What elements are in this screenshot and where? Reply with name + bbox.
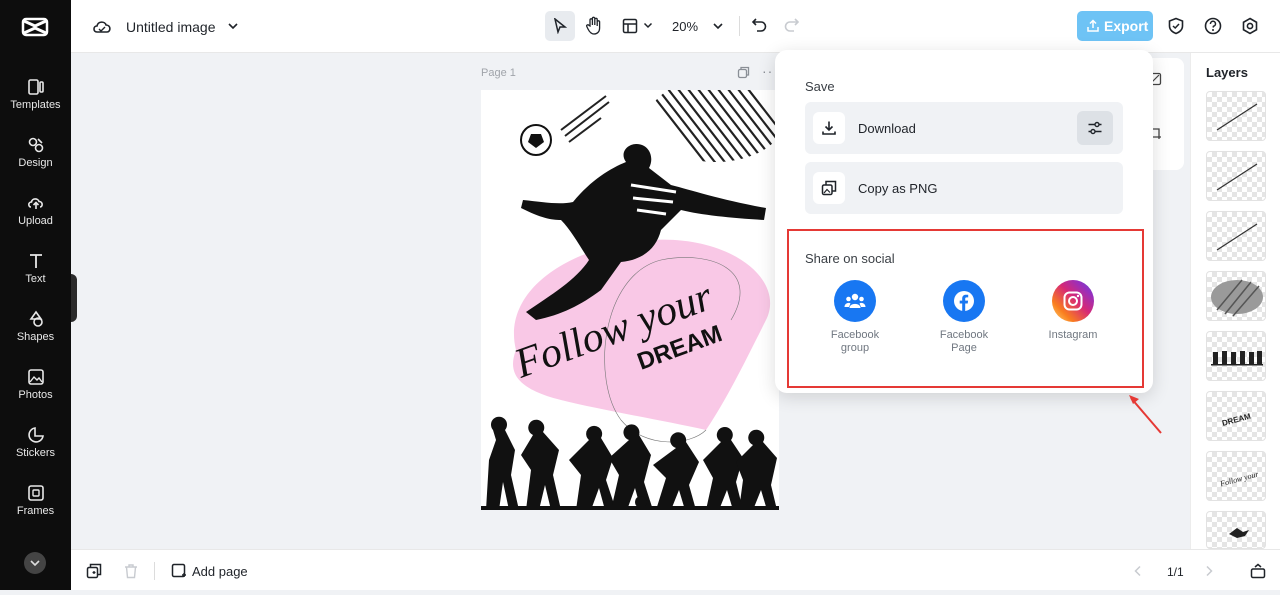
download-icon-box — [813, 112, 845, 144]
photos-icon — [27, 369, 44, 385]
layer-item[interactable] — [1206, 271, 1266, 321]
copy-icon-box — [813, 172, 845, 204]
shield-icon[interactable] — [1167, 17, 1185, 35]
gear-icon[interactable] — [1241, 17, 1259, 35]
poster-artwork: Follow your DREAM — [481, 90, 779, 510]
download-button[interactable]: Download — [805, 102, 1123, 154]
trash-icon[interactable] — [123, 563, 139, 579]
expand-pages-icon[interactable] — [1250, 563, 1266, 579]
page-counter: 1/1 — [1167, 565, 1184, 579]
toolbar-divider — [739, 16, 740, 36]
chevron-down-icon[interactable] — [712, 21, 724, 31]
sidebar-item-text[interactable]: Text — [0, 252, 71, 302]
download-label: Download — [858, 121, 916, 136]
copy-as-png-button[interactable]: Copy as PNG — [805, 162, 1123, 214]
export-icon — [1087, 19, 1099, 32]
help-icon[interactable] — [1204, 17, 1222, 35]
duplicate-icon[interactable] — [86, 563, 102, 579]
chevron-down-icon[interactable] — [643, 21, 653, 30]
download-icon — [822, 121, 836, 135]
sidebar-item-label: Design — [18, 157, 53, 169]
duplicate-page-icon[interactable] — [737, 66, 750, 79]
sidebar-item-design[interactable]: Design — [0, 136, 71, 186]
sliders-icon — [1088, 121, 1102, 135]
sidebar-item-photos[interactable]: Photos — [0, 368, 71, 418]
layers-title: Layers — [1206, 65, 1248, 80]
sidebar-collapse-handle[interactable] — [71, 274, 77, 322]
scroll-down-button[interactable] — [24, 552, 46, 574]
sidebar-item-frames[interactable]: Frames — [0, 484, 71, 534]
shapes-icon — [28, 310, 43, 327]
layer-item[interactable] — [1206, 91, 1266, 141]
templates-icon — [27, 79, 44, 95]
layer-item[interactable] — [1206, 511, 1266, 549]
layer-item[interactable]: DREAM — [1206, 391, 1266, 441]
sidebar-item-label: Shapes — [16, 331, 55, 343]
page-label: Page 1 — [481, 67, 516, 79]
redo-icon[interactable] — [784, 17, 800, 33]
sidebar-item-upload[interactable]: Upload — [0, 194, 71, 244]
sidebar-item-label: Text — [25, 273, 46, 285]
layer-item[interactable] — [1206, 211, 1266, 261]
document-title[interactable]: Untitled image — [126, 19, 216, 35]
cloud-sync-icon[interactable] — [92, 17, 112, 35]
capcut-logo-icon[interactable] — [20, 12, 50, 42]
undo-icon[interactable] — [751, 17, 767, 33]
export-button[interactable]: Export — [1077, 11, 1153, 41]
sidebar-item-shapes[interactable]: Shapes — [0, 310, 71, 360]
text-icon — [29, 254, 42, 268]
bottom-divider — [154, 562, 155, 580]
layer-item[interactable]: Follow your — [1206, 451, 1266, 501]
chevron-left-icon[interactable] — [1133, 565, 1143, 577]
red-arrow-annotation — [1129, 395, 1162, 434]
layers-panel: Layers DREAM Follow your — [1190, 53, 1280, 549]
frames-icon — [27, 485, 44, 501]
top-toolbar: Untitled image 20% Export — [71, 0, 1280, 53]
share-highlight-annotation — [787, 229, 1144, 388]
upload-icon — [27, 198, 43, 209]
design-canvas-page[interactable]: Follow your DREAM — [481, 90, 779, 510]
download-settings-button[interactable] — [1077, 111, 1113, 145]
sidebar-item-templates[interactable]: Templates — [0, 78, 71, 128]
sidebar-item-label: Stickers — [15, 447, 56, 459]
sidebar-item-stickers[interactable]: Stickers — [0, 426, 71, 476]
chevron-down-icon[interactable] — [227, 21, 239, 31]
export-label: Export — [1104, 18, 1149, 34]
save-section-label: Save — [805, 79, 835, 94]
add-page-button[interactable]: Add page — [192, 564, 248, 579]
chevron-right-icon[interactable] — [1204, 565, 1214, 577]
stickers-icon — [27, 427, 44, 443]
sidebar-item-label: Templates — [10, 99, 61, 111]
hand-icon[interactable] — [585, 16, 603, 35]
cursor-icon — [553, 18, 567, 34]
chevron-down-icon — [30, 560, 40, 567]
layer-item[interactable] — [1206, 151, 1266, 201]
bottom-toolbar: Add page 1/1 — [71, 549, 1280, 590]
svg-text:DREAM: DREAM — [1221, 412, 1252, 428]
svg-text:Follow your: Follow your — [1218, 469, 1260, 488]
design-icon — [28, 137, 43, 153]
zoom-level[interactable]: 20% — [672, 19, 698, 34]
left-sidebar: Templates Design Upload Text Shapes Phot… — [0, 0, 71, 590]
add-page-icon[interactable] — [171, 563, 187, 579]
sidebar-item-label: Upload — [18, 215, 53, 227]
select-tool-button[interactable] — [545, 11, 575, 41]
layout-icon[interactable] — [622, 18, 638, 34]
sidebar-item-label: Photos — [18, 389, 53, 401]
sidebar-item-label: Frames — [16, 505, 55, 517]
copy-image-icon — [821, 180, 837, 196]
layer-item[interactable] — [1206, 331, 1266, 381]
copy-as-png-label: Copy as PNG — [858, 181, 938, 196]
